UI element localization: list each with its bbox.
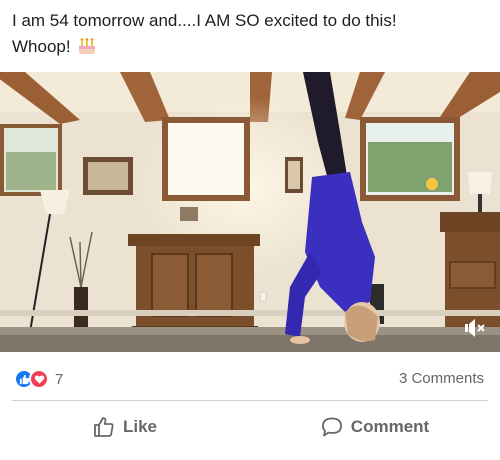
like-button[interactable]: Like	[0, 402, 250, 452]
post-text-line-2: Whoop!	[12, 34, 492, 64]
like-label: Like	[122, 417, 158, 436]
comment-bubble-icon	[321, 416, 343, 438]
comment-button[interactable]: Comment	[250, 402, 500, 452]
video-player[interactable]	[0, 72, 500, 352]
comment-label: Comment	[350, 417, 430, 436]
comments-count-link[interactable]: 3 Comments	[399, 370, 484, 387]
post-actions: Like Comment	[0, 402, 500, 452]
video-frame	[0, 72, 500, 352]
reaction-count: 7	[55, 370, 64, 388]
post-text-line-1: I am 54 tomorrow and....I AM SO excited …	[12, 11, 397, 30]
birthday-cake-icon	[77, 36, 97, 64]
speaker-muted-icon	[465, 319, 485, 337]
reactions-summary[interactable]: 7	[14, 368, 63, 390]
thumbs-up-icon	[93, 416, 115, 438]
mute-toggle-button[interactable]	[460, 314, 492, 342]
love-reaction-icon	[29, 369, 49, 389]
post-stats: 7 3 Comments	[0, 356, 500, 400]
divider	[12, 400, 488, 401]
post-text-whoop: Whoop!	[12, 37, 71, 56]
post-text: I am 54 tomorrow and....I AM SO excited …	[12, 8, 492, 64]
